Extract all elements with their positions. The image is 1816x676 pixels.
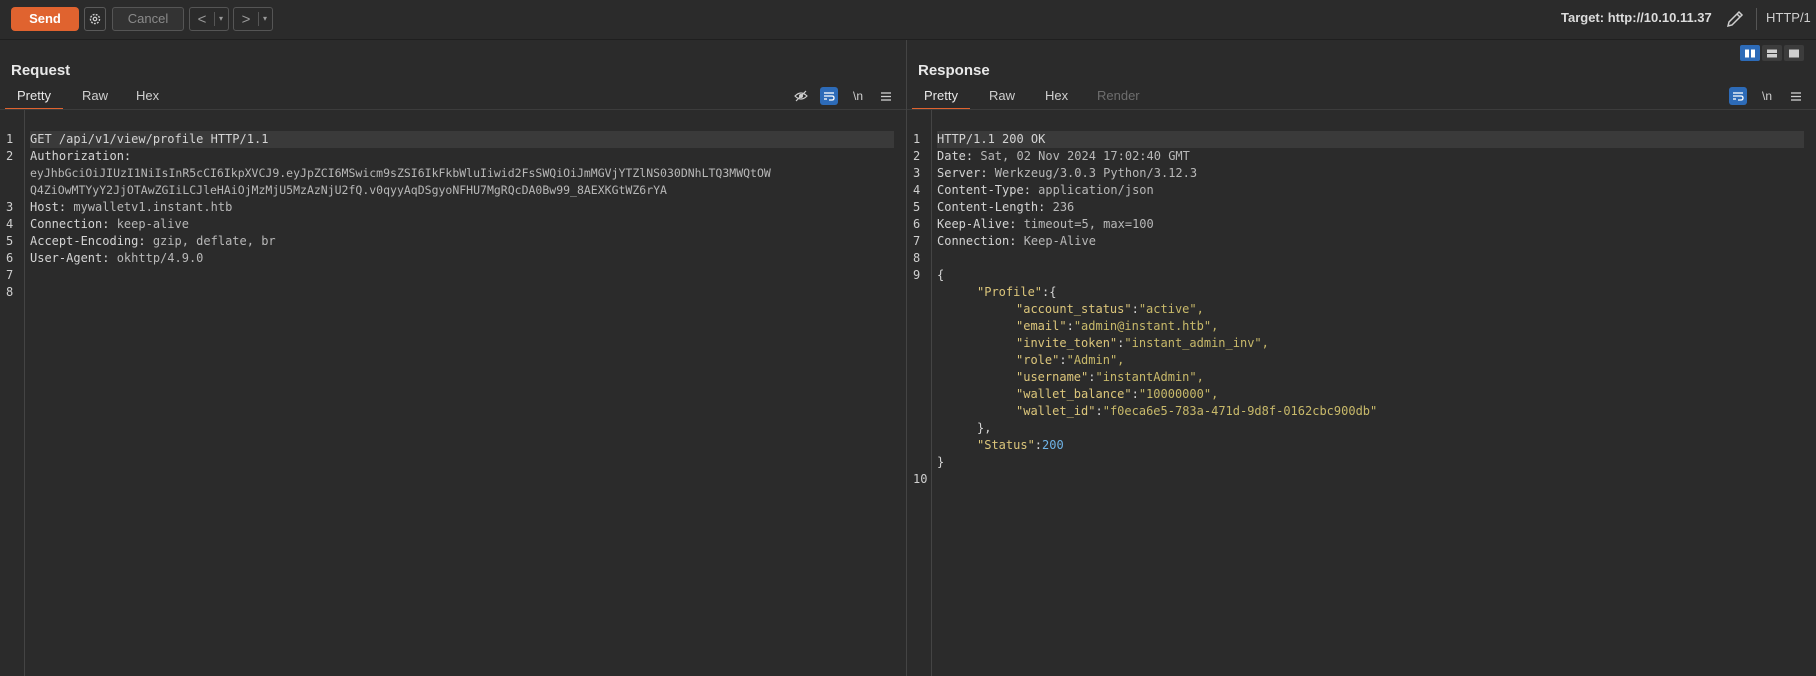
tab-hex[interactable]: Hex — [136, 86, 159, 108]
response-line[interactable]: 4 Content-Type: application/json — [907, 165, 1816, 197]
response-line[interactable]: "Profile":{ — [907, 267, 1816, 299]
response-line[interactable]: } — [907, 437, 1816, 469]
response-line[interactable]: 3 Server: Werkzeug/3.0.3 Python/3.12.3 — [907, 148, 1816, 180]
send-button[interactable]: Send — [11, 7, 79, 31]
response-line[interactable]: "Status":200 — [907, 420, 1816, 452]
layout-switcher — [1740, 45, 1804, 61]
tab-raw[interactable]: Raw — [989, 86, 1015, 108]
json-field-line[interactable]: "wallet_balance":"10000000", — [907, 369, 1816, 401]
json-field-line[interactable]: "role":"Admin", — [907, 335, 1816, 367]
json-field-line[interactable]: "username":"instantAdmin", — [907, 352, 1816, 384]
json-field-line[interactable]: "invite_token":"instant_admin_inv", — [907, 318, 1816, 350]
request-line[interactable]: 6 User-Agent: okhttp/4.9.0 — [0, 233, 906, 265]
request-tabs: Pretty Raw Hex — [0, 86, 906, 110]
request-line[interactable]: 7 — [0, 250, 906, 282]
response-line[interactable]: 1 HTTP/1.1 200 OK — [907, 114, 1816, 148]
request-pane: Request Pretty Raw Hex \n 1 GET /api/v1/v… — [0, 40, 907, 676]
tabbed-layout-icon[interactable] — [1784, 45, 1804, 61]
request-editor[interactable]: 1 GET /api/v1/view/profile HTTP/1.1 2 Auth… — [0, 110, 906, 676]
request-line[interactable]: Q4ZiOwMTYyY2JjOTAwZGIiLCJleHAiOjMzMjU5Mz… — [0, 165, 906, 197]
request-line[interactable]: 2 Authorization: — [0, 131, 906, 163]
tab-raw[interactable]: Raw — [82, 86, 108, 108]
wrap-lines-icon[interactable] — [820, 87, 838, 105]
response-pane: Response Pretty Raw Hex Render \n 1 HTTP/… — [907, 40, 1816, 676]
response-editor[interactable]: 1 HTTP/1.1 200 OK 2 Date: Sat, 02 Nov 2024… — [907, 110, 1816, 676]
response-line[interactable]: 9{ — [907, 250, 1816, 282]
request-line[interactable]: eyJhbGciOiJIUzI1NiIsInR5cCI6IkpXVCJ9.eyJ… — [0, 148, 906, 180]
response-line[interactable]: 7 Connection: Keep-Alive — [907, 216, 1816, 248]
back-arrow-icon: < — [197, 10, 207, 28]
back-button[interactable]: < ▾ — [189, 7, 229, 31]
request-line[interactable]: 8 — [0, 267, 906, 299]
request-line[interactable]: 4 Connection: keep-alive — [0, 199, 906, 231]
json-field-line[interactable]: "email":"admin@instant.htb", — [907, 301, 1816, 333]
cancel-button[interactable]: Cancel — [112, 7, 184, 31]
response-title: Response — [918, 62, 990, 79]
stacked-layout-icon[interactable] — [1762, 45, 1782, 61]
tab-pretty[interactable]: Pretty — [912, 86, 970, 110]
response-line[interactable]: 8 — [907, 233, 1816, 265]
menu-icon[interactable] — [1787, 87, 1805, 105]
response-line[interactable]: 2 Date: Sat, 02 Nov 2024 17:02:40 GMT — [907, 131, 1816, 163]
show-newlines-button[interactable]: \n — [1758, 87, 1776, 105]
forward-button[interactable]: > ▾ — [233, 7, 273, 31]
edit-target-icon[interactable] — [1724, 8, 1746, 30]
response-line[interactable]: 6 Keep-Alive: timeout=5, max=100 — [907, 199, 1816, 231]
protocol-label[interactable]: HTTP/1 — [1766, 10, 1811, 25]
target-label: Target: http://10.10.11.37 — [1561, 10, 1712, 25]
show-newlines-button[interactable]: \n — [849, 87, 867, 105]
back-dropdown-icon[interactable]: ▾ — [214, 12, 223, 26]
settings-button[interactable] — [84, 7, 106, 31]
side-by-side-layout-icon[interactable] — [1740, 45, 1760, 61]
request-line[interactable]: 3 Host: mywalletv1.instant.htb — [0, 182, 906, 214]
response-line[interactable]: }, — [907, 403, 1816, 435]
hide-nonprintable-icon[interactable] — [792, 87, 810, 105]
tab-hex[interactable]: Hex — [1045, 86, 1068, 108]
request-line[interactable]: 5 Accept-Encoding: gzip, deflate, br — [0, 216, 906, 248]
tab-pretty[interactable]: Pretty — [5, 86, 63, 110]
divider — [1756, 8, 1757, 30]
toolbar: Send Cancel < ▾ > ▾ Target: http://10.10… — [0, 0, 1816, 40]
response-line[interactable]: 10 — [907, 454, 1816, 486]
request-line[interactable]: 1 GET /api/v1/view/profile HTTP/1.1 — [0, 114, 906, 148]
menu-icon[interactable] — [877, 87, 895, 105]
wrap-lines-icon[interactable] — [1729, 87, 1747, 105]
tab-render[interactable]: Render — [1097, 86, 1140, 108]
request-title: Request — [11, 62, 71, 79]
forward-arrow-icon: > — [241, 10, 251, 28]
gear-icon — [89, 13, 101, 25]
response-line[interactable]: 5 Content-Length: 236 — [907, 182, 1816, 214]
forward-dropdown-icon[interactable]: ▾ — [258, 12, 267, 26]
response-tabs: Pretty Raw Hex Render — [907, 86, 1816, 110]
json-field-line[interactable]: "account_status":"active", — [907, 284, 1816, 316]
json-field-line[interactable]: "wallet_id":"f0eca6e5-783a-471d-9d8f-016… — [907, 386, 1816, 418]
